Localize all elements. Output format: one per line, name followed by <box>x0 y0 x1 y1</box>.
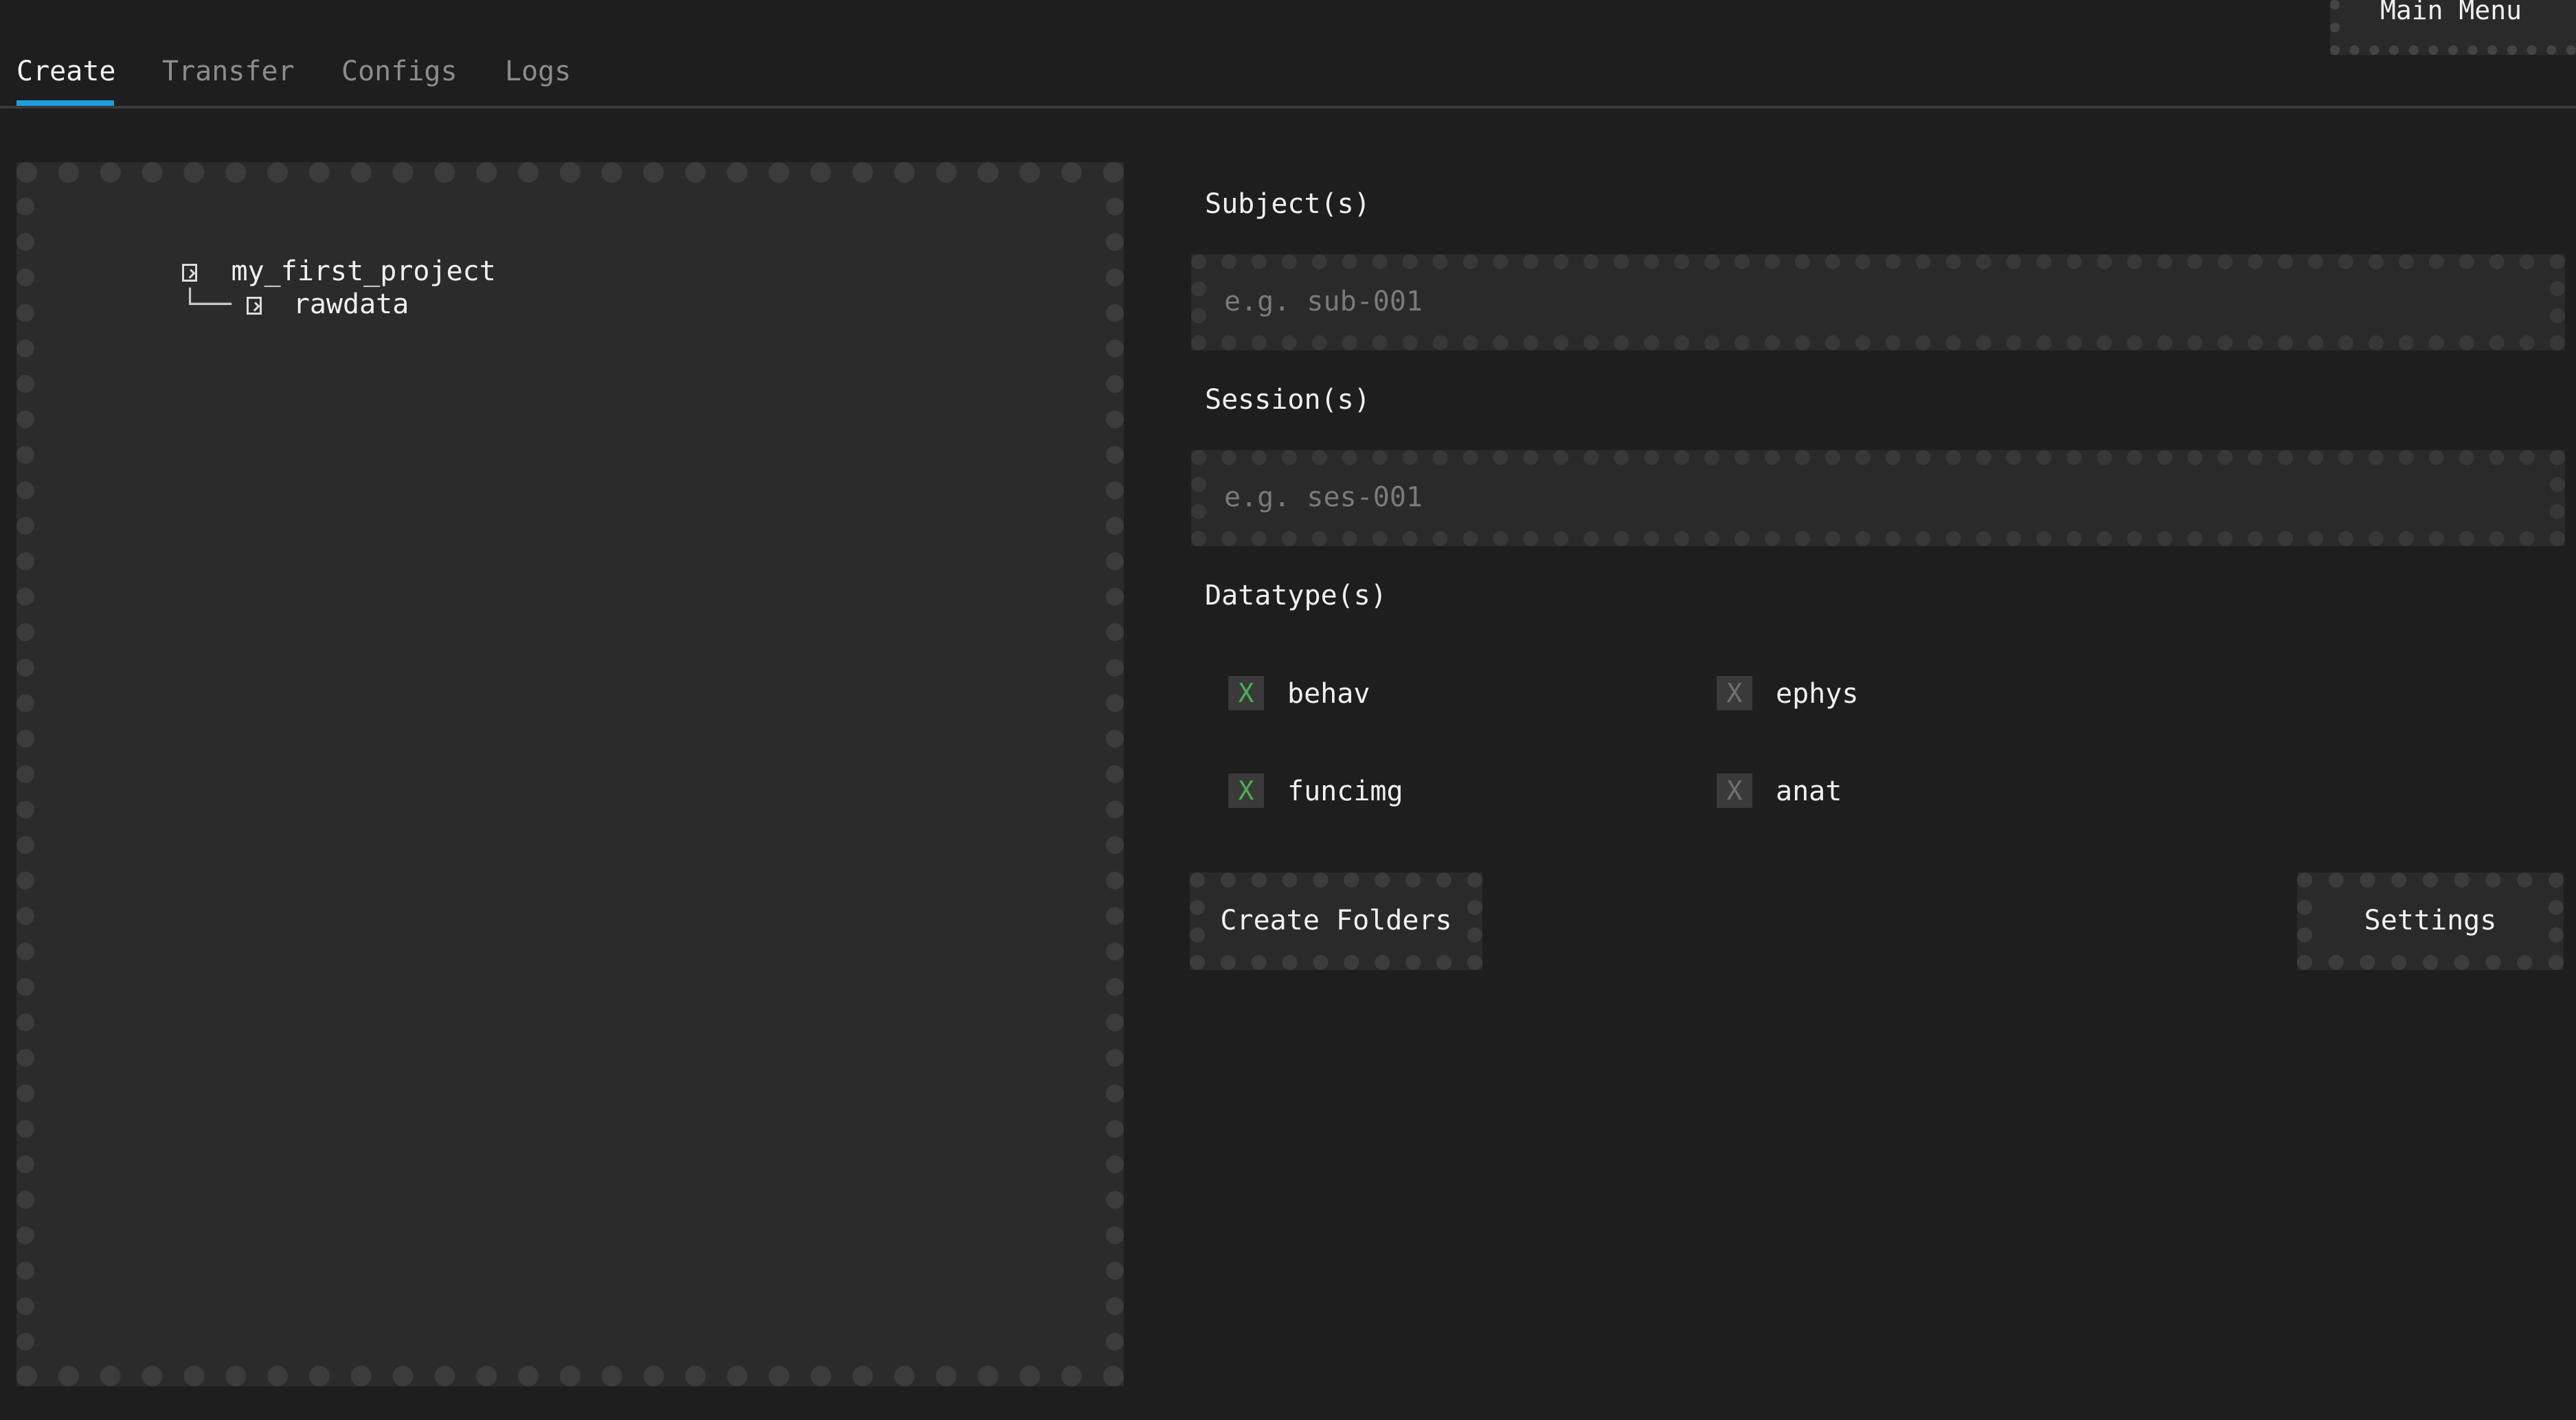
settings-button[interactable]: Settings <box>2297 872 2564 970</box>
tree-branch: └── <box>181 289 231 320</box>
checkbox-label: funcimg <box>1287 776 1403 807</box>
checkbox-label: ephys <box>1776 678 1859 710</box>
checkbox-behav[interactable]: Xbehav <box>1228 673 1370 714</box>
subject-label: Subject(s) <box>1205 188 1370 220</box>
checkbox-mark[interactable]: X <box>1717 676 1752 710</box>
subject-input[interactable] <box>1223 282 2531 322</box>
create-folders-button[interactable]: Create Folders <box>1190 872 1482 970</box>
checkbox-mark[interactable]: X <box>1717 774 1752 808</box>
tab-transfer[interactable]: Transfer <box>162 54 295 109</box>
checkbox-label: behav <box>1287 678 1370 710</box>
checkbox-mark[interactable]: X <box>1228 676 1264 710</box>
folder-icon <box>246 297 262 315</box>
tab-configs[interactable]: Configs <box>341 54 457 109</box>
active-tab-indicator <box>16 100 114 106</box>
checkbox-ephys[interactable]: Xephys <box>1717 673 1858 714</box>
session-input-container <box>1191 450 2565 546</box>
tree-node-label: rawdata <box>293 289 409 320</box>
checkbox-funcimg[interactable]: Xfuncimg <box>1228 771 1403 812</box>
tab-bar: Create Transfer Configs Logs <box>0 54 2576 109</box>
checkbox-label: anat <box>1776 776 1842 807</box>
app-window: Main Menu Create Transfer Configs Logs m… <box>0 0 2576 1420</box>
tab-logs[interactable]: Logs <box>505 54 571 109</box>
session-label: Session(s) <box>1205 384 1370 416</box>
directory-tree-panel[interactable]: my_first_project └── rawdata <box>16 162 1124 1386</box>
checkbox-mark[interactable]: X <box>1228 774 1264 808</box>
checkbox-anat[interactable]: Xanat <box>1717 771 1842 812</box>
tree-node-root[interactable]: my_first_project <box>82 220 496 287</box>
main-menu-button[interactable]: Main Menu <box>2330 0 2576 55</box>
datatype-label: Datatype(s) <box>1205 580 1387 611</box>
session-input[interactable] <box>1223 477 2531 517</box>
subject-input-container <box>1191 254 2565 350</box>
tree-node-rawdata[interactable]: └── rawdata <box>82 253 409 320</box>
